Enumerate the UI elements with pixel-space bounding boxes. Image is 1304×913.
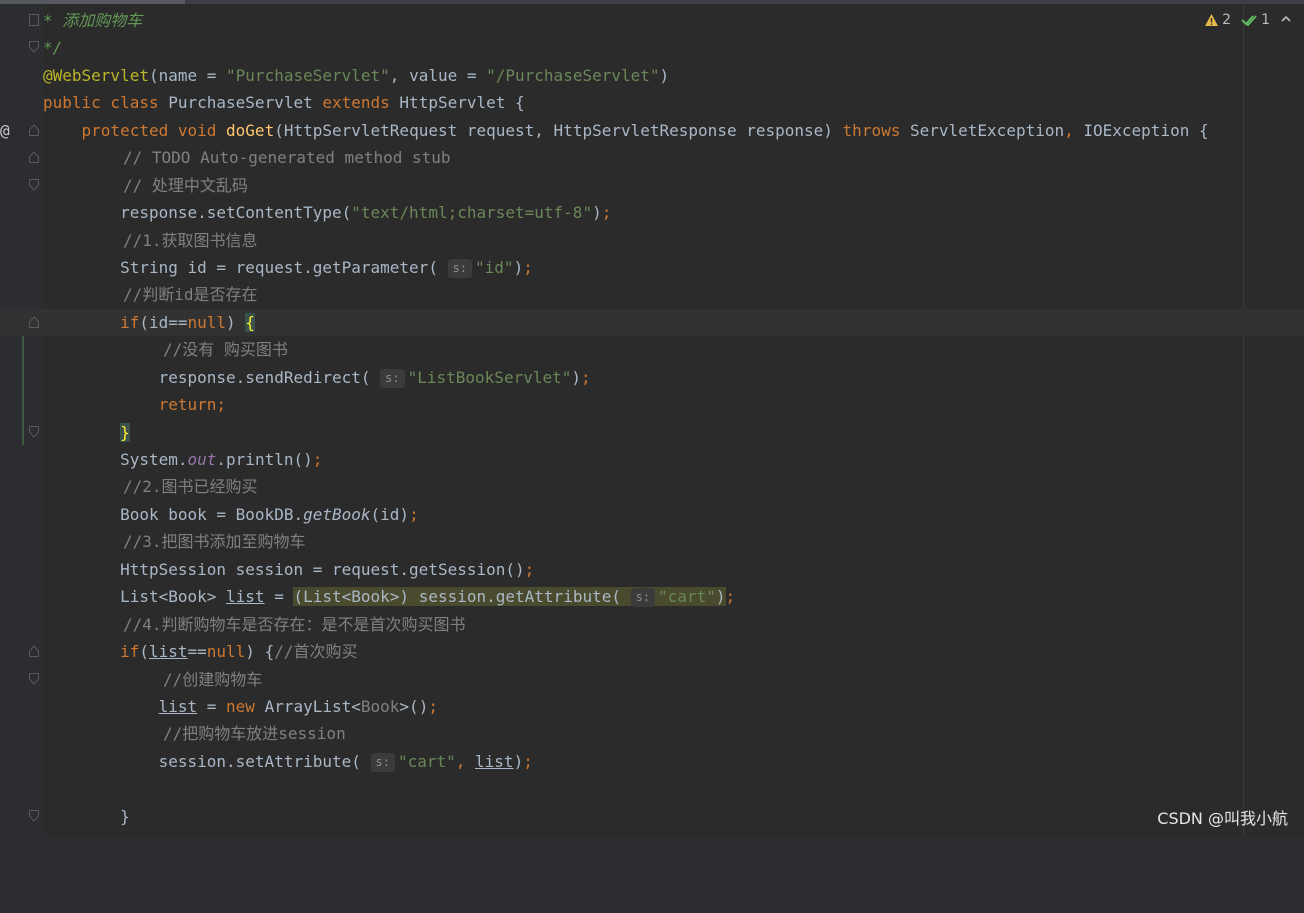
param-hint: s:	[380, 368, 405, 388]
code-line-7: // 处理中文乱码	[0, 172, 1304, 199]
code-line-23: //4.判断购物车是否存在：是不是首次购买图书	[123, 614, 466, 634]
code-line-10: String id = request.getParameter( s: "id"…	[43, 257, 533, 278]
code-lines: * 添加购物车 */ @WebServlet(name = "PurchaseS…	[0, 7, 1304, 830]
code-line-21: HttpSession session = request.getSession…	[43, 559, 535, 579]
code-line-20: //3.把图书添加至购物车	[123, 532, 306, 552]
code-line-25: //创建购物车	[0, 666, 1304, 693]
fold-end-icon[interactable]	[29, 809, 39, 822]
fold-end-icon[interactable]	[29, 41, 39, 54]
code-line-9: //1.获取图书信息	[123, 230, 258, 250]
code-line-17: System.out.println();	[43, 450, 323, 469]
code-line-1: * 添加购物车	[0, 7, 1304, 34]
code-line-14: response.sendRedirect( s: "ListBookServle…	[43, 367, 591, 388]
fold-marker-icon[interactable]	[29, 151, 39, 164]
code-line-30: }	[0, 803, 1304, 830]
code-line-5: @ protected void doGet(HttpServletReques…	[0, 117, 1304, 144]
code-line-26: list = new ArrayList<Book>();	[158, 696, 438, 716]
code-line-16: }	[0, 419, 1304, 446]
fold-marker-icon[interactable]	[29, 124, 39, 136]
code-line-4: public class PurchaseServlet extends Htt…	[43, 93, 525, 113]
fold-end-icon[interactable]	[29, 425, 39, 438]
code-line-24: if(list==null) {//首次购买	[0, 638, 1304, 665]
code-line-3: @WebServlet(name = "PurchaseServlet", va…	[43, 65, 670, 85]
code-line-6: // TODO Auto-generated method stub	[0, 144, 1304, 171]
fold-marker-icon[interactable]	[29, 316, 39, 328]
fold-end-icon[interactable]	[29, 178, 39, 191]
fold-end-icon[interactable]	[29, 672, 39, 685]
code-line-18: //2.图书已经购买	[123, 477, 258, 497]
code-line-19: Book book = BookDB.getBook(id);	[43, 504, 419, 524]
code-line-22: List<Book> list = (List<Book>) session.g…	[43, 587, 736, 608]
watermark: CSDN @叫我小航	[1157, 809, 1288, 828]
fold-marker-icon[interactable]	[29, 645, 39, 658]
fold-marker-icon[interactable]	[29, 14, 39, 26]
param-hint: s:	[447, 258, 473, 278]
param-hint: s:	[630, 588, 656, 608]
param-hint: s:	[370, 752, 395, 772]
code-line-27: //把购物车放进session	[163, 724, 346, 744]
override-icon[interactable]: @	[0, 117, 10, 144]
code-line-15: return;	[158, 395, 227, 415]
code-line-13: //没有 购买图书	[163, 340, 288, 360]
code-line-11: //判断id是否存在	[123, 285, 258, 305]
code-line-28: session.setAttribute( s: "cart", list);	[43, 751, 533, 772]
code-line-12-current: if(id==null) {	[0, 308, 1304, 337]
code-line-2: */	[0, 34, 1304, 61]
code-line-8: response.setContentType("text/html;chars…	[43, 203, 612, 223]
